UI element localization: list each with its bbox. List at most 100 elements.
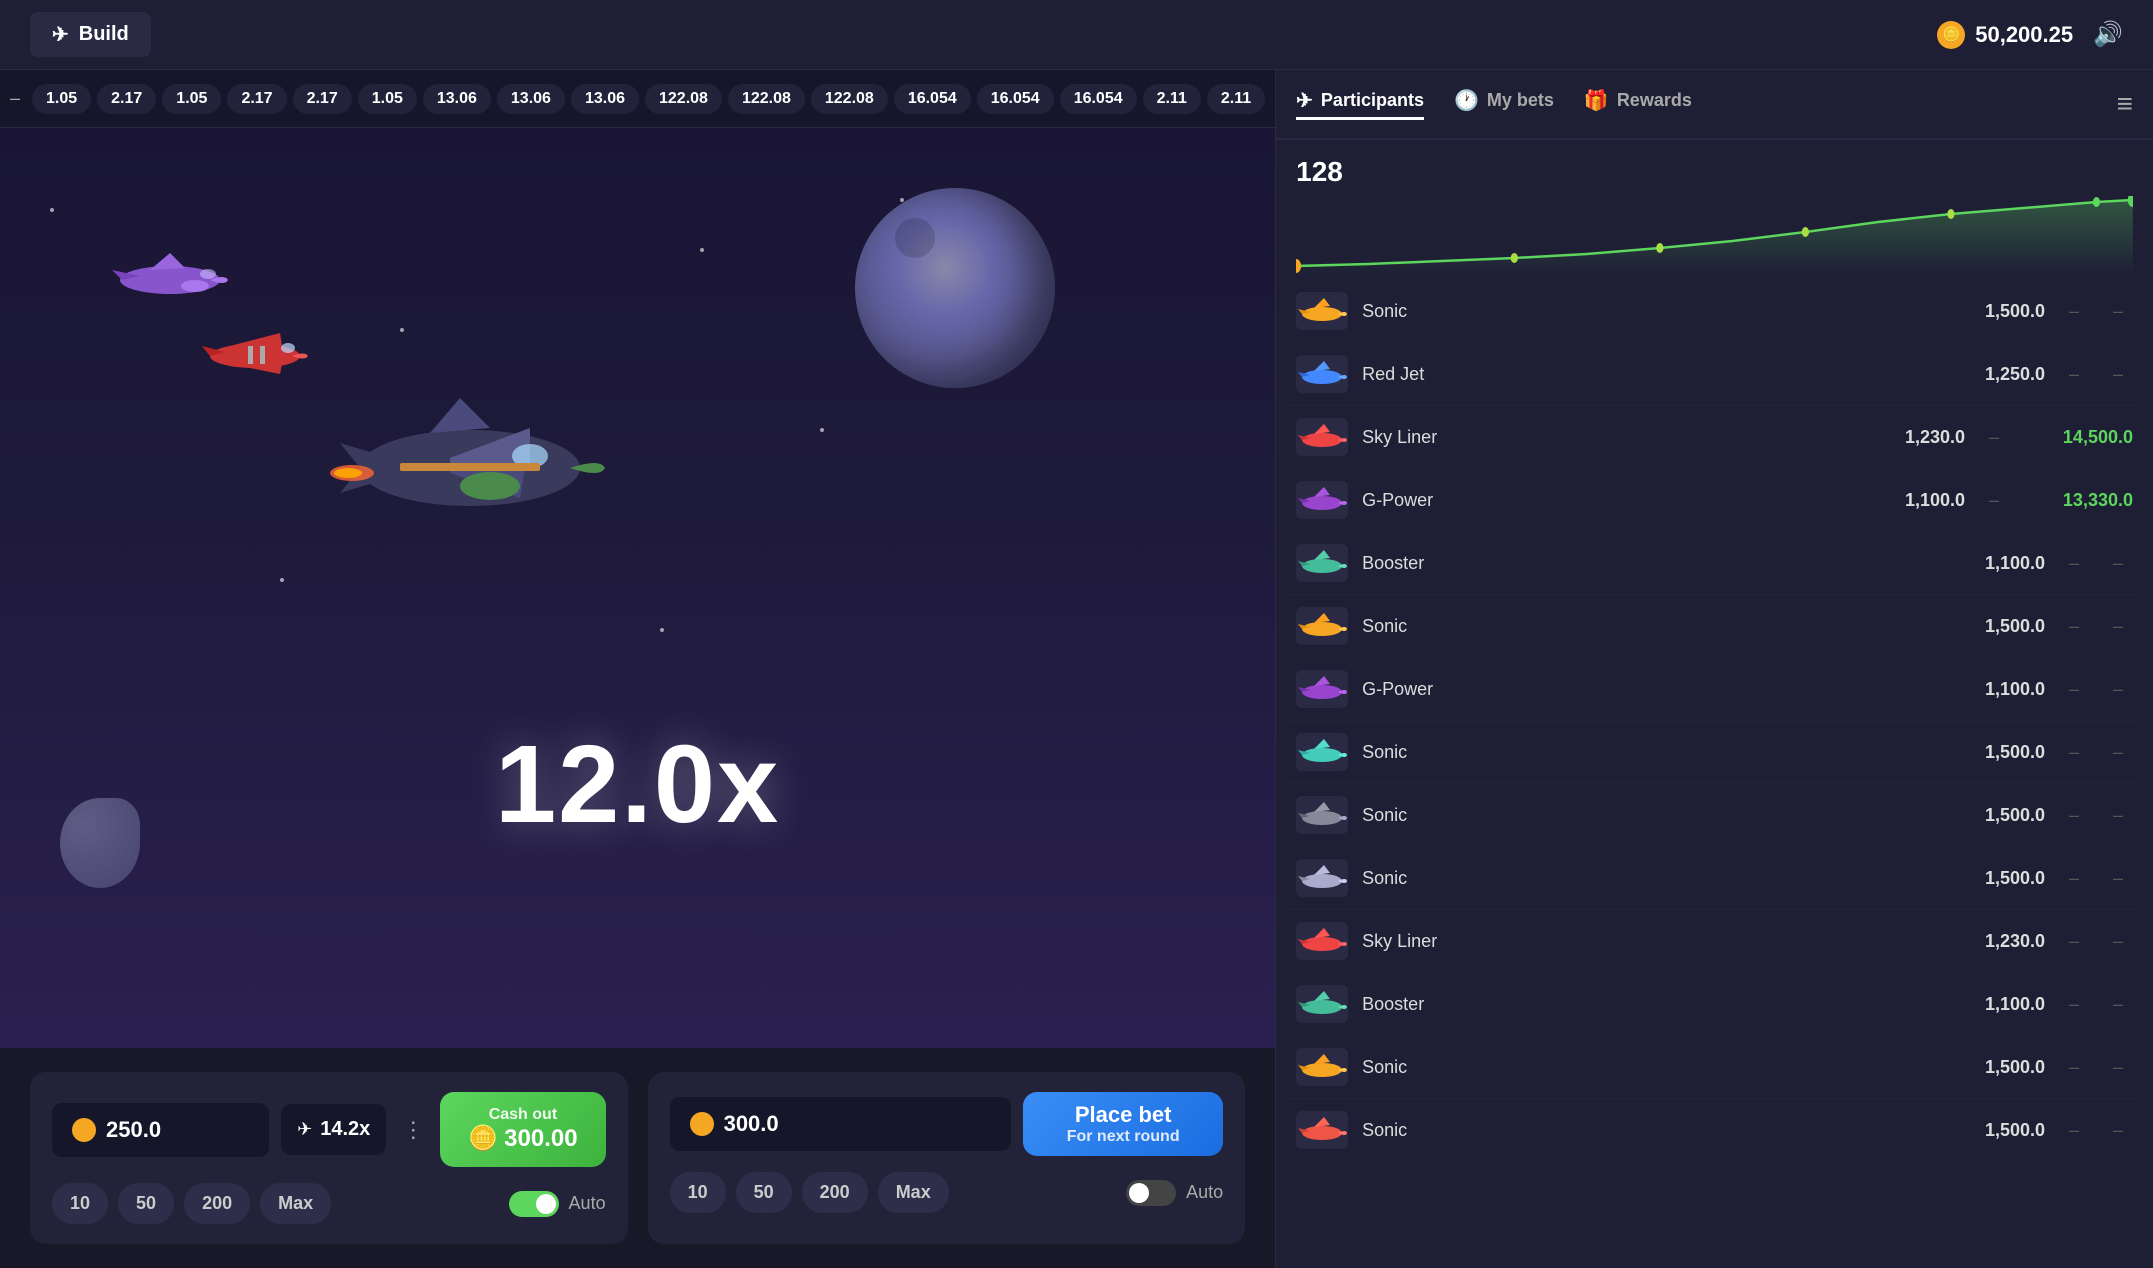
moon-large <box>855 188 1055 388</box>
multiplier-value: 12.0x <box>495 723 780 846</box>
participant-name: Sonic <box>1362 301 1931 322</box>
toggle-knob-2 <box>1129 1183 1149 1203</box>
auto-toggle-1[interactable]: Auto <box>509 1191 606 1217</box>
bet-amount-2: 300.0 <box>670 1097 1012 1151</box>
participant-bet: 1,500.0 <box>1945 742 2045 763</box>
participant-win-empty: – <box>2103 805 2133 826</box>
graph-svg <box>1296 196 2133 276</box>
bet-area: 250.0 ✈ 14.2x ⋮ Cash out 🪙 300.00 <box>0 1048 1275 1268</box>
participant-win-empty: – <box>2103 616 2133 637</box>
participant-name: Red Jet <box>1362 364 1931 385</box>
participants-icon: ✈ <box>1296 88 1313 113</box>
bet-amount-text-2: 300.0 <box>724 1111 779 1137</box>
participant-win-empty: – <box>2103 742 2133 763</box>
participant-avatar <box>1296 859 1348 897</box>
participant-name: Sky Liner <box>1362 427 1851 448</box>
header-right: 🪙 50,200.25 🔊 <box>1937 20 2123 49</box>
participant-row: Sky Liner 1,230.0 – 14,500.0 <box>1286 406 2143 469</box>
cashout-button[interactable]: Cash out 🪙 300.00 <box>440 1092 605 1167</box>
participant-win-empty: – <box>2103 553 2133 574</box>
star <box>280 578 284 582</box>
quick-bet-max-2[interactable]: Max <box>878 1172 949 1213</box>
participant-dash: – <box>2059 301 2089 322</box>
volume-button[interactable]: 🔊 <box>2093 20 2123 49</box>
participant-name: Sonic <box>1362 1057 1931 1078</box>
toggle-track-1[interactable] <box>509 1191 559 1217</box>
cashout-label: Cash out <box>468 1106 577 1124</box>
quick-bet-50-2[interactable]: 50 <box>736 1172 792 1213</box>
balance-amount: 50,200.25 <box>1975 22 2073 48</box>
participant-row: Sonic 1,500.0 – – <box>1286 1099 2143 1162</box>
tab-rewards[interactable]: 🎁 Rewards <box>1584 88 1692 120</box>
participant-dash: – <box>2059 868 2089 889</box>
participant-avatar <box>1296 796 1348 834</box>
toggle-knob-1 <box>536 1194 556 1214</box>
participant-win-empty: – <box>2103 868 2133 889</box>
star <box>700 248 704 252</box>
auto-toggle-2[interactable]: Auto <box>1126 1180 1223 1206</box>
participant-dash: – <box>2059 1120 2089 1141</box>
participant-bet: 1,230.0 <box>1865 427 1965 448</box>
quick-bet-10-2[interactable]: 10 <box>670 1172 726 1213</box>
cashout-amount-text: 300.00 <box>504 1125 577 1153</box>
bet-amount-1: 250.0 <box>52 1103 269 1157</box>
ticker-item: 122.08 <box>645 84 722 114</box>
participant-row: Red Jet 1,250.0 – – <box>1286 343 2143 406</box>
build-button[interactable]: ✈ Build <box>30 12 151 57</box>
participant-bet: 1,500.0 <box>1945 301 2045 322</box>
place-bet-button[interactable]: Place bet For next round <box>1023 1092 1223 1156</box>
quick-bet-200-1[interactable]: 200 <box>184 1183 250 1224</box>
participant-row: Sonic 1,500.0 – – <box>1286 847 2143 910</box>
tab-participants-label: Participants <box>1321 90 1424 111</box>
gift-icon: 🎁 <box>1584 88 1609 113</box>
tab-rewards-label: Rewards <box>1617 90 1692 111</box>
quick-bet-50-1[interactable]: 50 <box>118 1183 174 1224</box>
bet-multiplier-1: ✈ 14.2x <box>281 1104 386 1155</box>
participant-avatar <box>1296 922 1348 960</box>
participant-win-empty: – <box>2103 931 2133 952</box>
bet-panel-2-top: 300.0 Place bet For next round <box>670 1092 1224 1156</box>
participant-avatar <box>1296 607 1348 645</box>
participant-dash: – <box>2059 616 2089 637</box>
participant-dash: – <box>2059 679 2089 700</box>
dots-button-1[interactable]: ⋮ <box>398 1117 428 1143</box>
quick-bet-200-2[interactable]: 200 <box>802 1172 868 1213</box>
main-layout: – 1.05 2.17 1.05 2.17 2.17 1.05 13.06 13… <box>0 70 2153 1268</box>
menu-button[interactable]: ≡ <box>2117 88 2133 120</box>
ticker-item: 2.17 <box>227 84 286 114</box>
plane-icon-1: ✈ <box>297 1119 312 1140</box>
auto-label-2: Auto <box>1186 1182 1223 1203</box>
build-label: Build <box>79 23 129 46</box>
graph-area: 128 <box>1276 140 2153 280</box>
participant-avatar <box>1296 544 1348 582</box>
participant-win-empty: – <box>2103 679 2133 700</box>
game-area: – 1.05 2.17 1.05 2.17 2.17 1.05 13.06 13… <box>0 70 1275 1268</box>
cashout-coin: 🪙 <box>468 1124 498 1153</box>
participant-name: G-Power <box>1362 490 1851 511</box>
tab-participants[interactable]: ✈ Participants <box>1296 88 1424 120</box>
participant-row: Sonic 1,500.0 – – <box>1286 595 2143 658</box>
participant-dash: – <box>1979 427 2009 448</box>
ticker-dash: – <box>10 88 20 109</box>
ticker-item: 13.06 <box>423 84 491 114</box>
balance-display: 🪙 50,200.25 <box>1937 21 2073 49</box>
participant-win: 14,500.0 <box>2023 427 2133 448</box>
participant-name: Sonic <box>1362 1120 1931 1141</box>
coin-icon: 🪙 <box>1937 21 1965 49</box>
participant-dash: – <box>1979 490 2009 511</box>
quick-bet-10-1[interactable]: 10 <box>52 1183 108 1224</box>
ticker-item: 1.05 <box>162 84 221 114</box>
participant-bet: 1,230.0 <box>1945 931 2045 952</box>
participant-name: Sonic <box>1362 742 1931 763</box>
participant-avatar <box>1296 1048 1348 1086</box>
participant-row: Sonic 1,500.0 – – <box>1286 784 2143 847</box>
ticker-item: 2.17 <box>293 84 352 114</box>
history-icon: 🕐 <box>1454 88 1479 113</box>
toggle-track-2[interactable] <box>1126 1180 1176 1206</box>
ticker-item: 13.06 <box>497 84 565 114</box>
quick-bet-max-1[interactable]: Max <box>260 1183 331 1224</box>
tab-my-bets[interactable]: 🕐 My bets <box>1454 88 1554 120</box>
participants-list: Sonic 1,500.0 – – Red Jet 1,250.0 <box>1276 280 2153 1268</box>
place-bet-sublabel: For next round <box>1059 1128 1187 1146</box>
participant-bet: 1,500.0 <box>1945 805 2045 826</box>
